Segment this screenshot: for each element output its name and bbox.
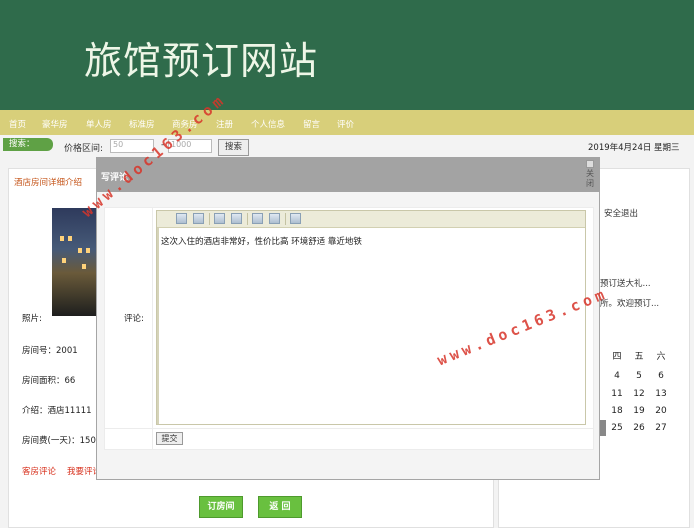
book-room-button[interactable]: 订房间 <box>199 496 243 518</box>
comment-label: 评论: <box>124 314 144 324</box>
image-icon[interactable] <box>252 213 263 224</box>
room-intro: 介绍：酒店11111 <box>22 406 92 416</box>
submit-button[interactable]: 提交 <box>156 432 183 445</box>
site-title: 旅馆预订网站 <box>84 39 319 83</box>
nav-item-register[interactable]: 注册 <box>216 118 233 130</box>
room-area: 房间面积：66 <box>22 376 76 386</box>
form-divider <box>104 428 594 429</box>
calendar-weekday: 六 <box>656 352 666 362</box>
close-label: 关闭 <box>586 169 594 188</box>
source-icon[interactable] <box>290 213 301 224</box>
price-range-label: 价格区间: <box>64 144 104 154</box>
room-number: 房间号：2001 <box>22 346 78 356</box>
undo-icon[interactable] <box>176 213 187 224</box>
toolbar-separator <box>285 213 286 225</box>
calendar-weekday: 四 <box>612 352 622 362</box>
nav-item-standard[interactable]: 标准房 <box>129 118 155 130</box>
nav-item-profile[interactable]: 个人信息 <box>251 118 285 130</box>
close-icon <box>586 160 594 168</box>
news-item[interactable]: 预订送大礼... <box>600 277 651 289</box>
room-photo <box>52 208 98 316</box>
room-reviews-link[interactable]: 客房评论 <box>22 465 56 477</box>
modal-close-button[interactable]: 关闭 <box>583 160 597 189</box>
calendar-day[interactable]: 6 <box>652 371 670 381</box>
calendar-day[interactable]: 12 <box>630 389 648 399</box>
photo-label: 照片: <box>22 314 42 324</box>
back-button[interactable]: 返 回 <box>258 496 302 518</box>
nav-item-home[interactable]: 首页 <box>9 118 26 130</box>
calendar-day[interactable]: 25 <box>608 423 626 433</box>
calendar-day[interactable]: 26 <box>630 423 648 433</box>
form-divider <box>152 207 153 450</box>
breadcrumb: 酒店房间详细介绍 <box>14 178 83 188</box>
nav-item-single[interactable]: 单人房 <box>86 118 112 130</box>
comment-text[interactable]: 这次入住的酒店非常好，性价比高 环境舒适 靠近地铁 <box>161 235 362 247</box>
main-nav: 首页 豪华房 单人房 标准房 商务房 注册 个人信息 留言 评价 <box>0 110 694 135</box>
calendar-weekday: 五 <box>634 352 644 362</box>
calendar-day[interactable]: 5 <box>630 371 648 381</box>
current-date: 2019年4月24日 星期三 <box>588 143 680 153</box>
calendar-day[interactable]: 13 <box>652 389 670 399</box>
calendar-day[interactable]: 18 <box>608 406 626 416</box>
search-tag: 搜索： <box>3 138 53 151</box>
room-fee: 房间费(一天)：150 <box>22 436 96 446</box>
table-icon[interactable] <box>269 213 280 224</box>
paste-icon[interactable] <box>231 213 242 224</box>
nav-item-reviews[interactable]: 评价 <box>337 118 354 130</box>
toolbar-separator <box>247 213 248 225</box>
calendar-day[interactable]: 4 <box>608 371 626 381</box>
logout-link[interactable]: 安全退出 <box>604 207 638 219</box>
nav-item-messages[interactable]: 留言 <box>303 118 320 130</box>
calendar-day[interactable]: 11 <box>608 389 626 399</box>
calendar-day[interactable]: 20 <box>652 406 670 416</box>
editor-margin <box>157 228 159 424</box>
modal-title-bar[interactable] <box>96 157 600 192</box>
calendar-day[interactable]: 27 <box>652 423 670 433</box>
nav-item-deluxe[interactable]: 豪华房 <box>42 118 68 130</box>
search-button[interactable]: 搜索 <box>218 139 249 156</box>
toolbar-separator <box>209 213 210 225</box>
copy-icon[interactable] <box>214 213 225 224</box>
redo-icon[interactable] <box>193 213 204 224</box>
calendar-day[interactable]: 19 <box>630 406 648 416</box>
